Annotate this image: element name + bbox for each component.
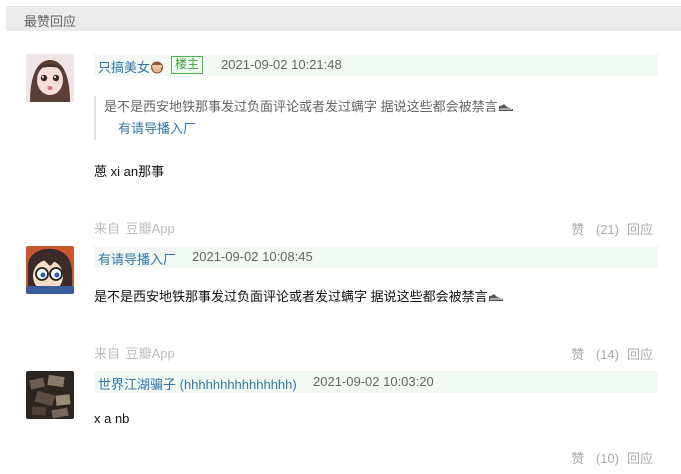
- timestamp: 2021-09-02 10:08:45: [192, 249, 313, 264]
- comment-text: x a nb: [94, 411, 130, 426]
- reply-button[interactable]: 回应: [627, 222, 653, 237]
- comment-meta: 世界江湖骗子 (hhhhhhhhhhhhhhh) 2021-09-02 10:0…: [94, 371, 658, 393]
- source-app-link[interactable]: 豆瓣App: [126, 221, 175, 236]
- comment-text: 是不是西安地铁那事发过负面评论或者发过螨字 据说这些都会被禁言: [94, 286, 504, 305]
- like-button[interactable]: 赞 (10): [571, 451, 619, 466]
- section-title: 最赞回应: [24, 14, 77, 29]
- reply-button[interactable]: 回应: [627, 347, 653, 362]
- like-button[interactable]: 赞 (21): [571, 222, 619, 237]
- comment-actions: 赞 (14) 回应: [571, 344, 653, 363]
- quote-author-link[interactable]: 有请导播入厂: [118, 121, 196, 136]
- see-no-evil-monkey-icon: [151, 61, 164, 74]
- like-count: (21): [595, 222, 619, 237]
- shoe-emoji-icon: [498, 104, 513, 111]
- section-header: 最赞回应: [6, 6, 681, 31]
- like-count: (10): [595, 451, 619, 466]
- comment-text: 蒽 xi an那事: [94, 164, 165, 179]
- quote-text: 是不是西安地铁那事发过负面评论或者发过螨字 据说这些都会被禁言: [104, 99, 498, 114]
- author-link[interactable]: 只搞美女: [98, 57, 164, 76]
- shoe-emoji-icon: [488, 294, 503, 301]
- comment-source: 来自 豆瓣App: [94, 346, 175, 361]
- comment-actions: 赞 (21) 回应: [571, 219, 653, 238]
- timestamp: 2021-09-02 10:03:20: [313, 374, 434, 389]
- like-button[interactable]: 赞 (14): [571, 347, 619, 362]
- avatar[interactable]: [26, 54, 74, 102]
- timestamp: 2021-09-02 10:21:48: [221, 57, 342, 72]
- comment-actions: 赞 (10) 回应: [571, 448, 653, 467]
- op-badge: 楼主: [171, 56, 204, 74]
- author-link[interactable]: 有请导播入厂: [98, 249, 176, 268]
- reply-button[interactable]: 回应: [627, 451, 653, 466]
- quoted-comment: 是不是西安地铁那事发过负面评论或者发过螨字 据说这些都会被禁言 有请导播入厂: [94, 96, 524, 140]
- like-count: (14): [595, 347, 619, 362]
- comment-meta: 只搞美女 楼主 2021-09-02 10:21:48: [94, 54, 658, 76]
- comment-source: 来自 豆瓣App: [94, 221, 175, 236]
- author-link[interactable]: 世界江湖骗子 (hhhhhhhhhhhhhhh): [98, 374, 297, 393]
- avatar[interactable]: [26, 246, 74, 294]
- source-app-link[interactable]: 豆瓣App: [126, 346, 175, 361]
- avatar[interactable]: [26, 371, 74, 419]
- comment-meta: 有请导播入厂 2021-09-02 10:08:45: [94, 246, 658, 268]
